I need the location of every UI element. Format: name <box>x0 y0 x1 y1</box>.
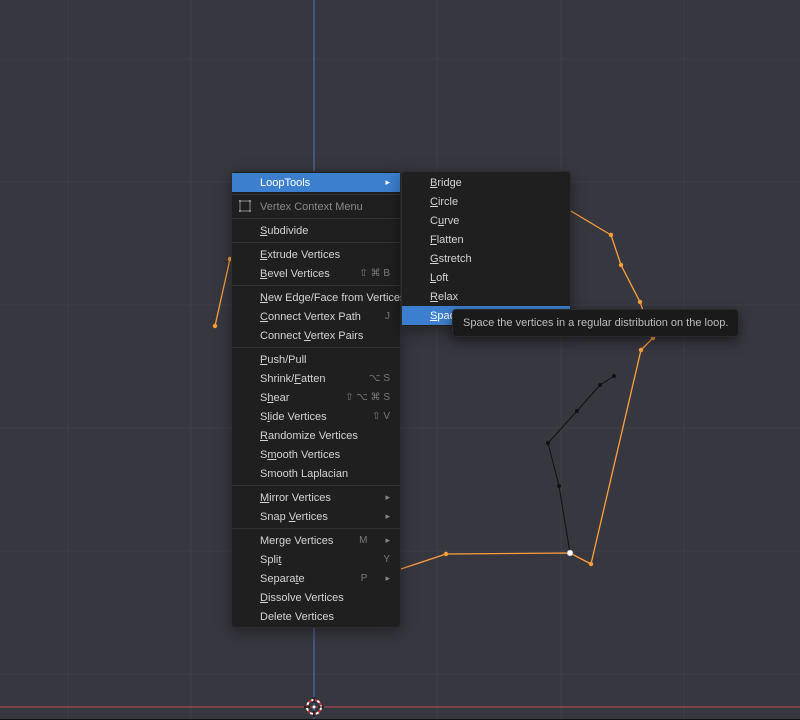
submenu-arrow-icon: ▸ <box>385 535 390 546</box>
vertex-context-menu: LoopTools ▸ Vertex Context Menu Subdivid… <box>231 171 401 628</box>
menu-item-label: Curve <box>430 215 560 227</box>
menu-item-label: LoopTools <box>260 177 367 189</box>
unselected-edges <box>548 376 614 553</box>
menu-item-label: Relax <box>430 291 560 303</box>
menu-header-label: Vertex Context Menu <box>260 201 390 213</box>
submenu-arrow-icon: ▸ <box>385 511 390 522</box>
menu-item-connect-path[interactable]: Connect Vertex Path J <box>232 307 400 326</box>
menu-item-merge[interactable]: Merge Vertices M ▸ <box>232 531 400 550</box>
menu-item-split[interactable]: Split Y <box>232 550 400 569</box>
menu-item-push-pull[interactable]: Push/Pull <box>232 350 400 369</box>
submenu-arrow-icon: ▸ <box>385 492 390 503</box>
submenu-item-flatten[interactable]: Flatten <box>402 230 570 249</box>
menu-separator <box>232 528 400 529</box>
shortcut-label: ⌥ S <box>369 373 390 384</box>
submenu-item-relax[interactable]: Relax <box>402 287 570 306</box>
menu-item-label: Mirror Vertices <box>260 492 367 504</box>
shortcut-label: ⇧ ⌘ B <box>359 268 390 279</box>
menu-item-label: Delete Vertices <box>260 611 390 623</box>
3d-cursor-icon <box>303 696 325 718</box>
menu-item-label: Smooth Vertices <box>260 449 390 461</box>
submenu-item-gstretch[interactable]: Gstretch <box>402 249 570 268</box>
menu-separator <box>232 485 400 486</box>
menu-item-smooth-laplacian[interactable]: Smooth Laplacian <box>232 464 400 483</box>
menu-item-label: Randomize Vertices <box>260 430 390 442</box>
menu-item-label: Shrink/Fatten <box>260 373 351 385</box>
shortcut-label: ⇧ V <box>372 411 390 422</box>
submenu-item-loft[interactable]: Loft <box>402 268 570 287</box>
menu-item-shrink-fatten[interactable]: Shrink/Fatten ⌥ S <box>232 369 400 388</box>
menu-item-label: Connect Vertex Pairs <box>260 330 390 342</box>
looptools-submenu: Bridge Circle Curve Flatten Gstretch Lof… <box>401 171 571 327</box>
menu-header: Vertex Context Menu <box>232 197 400 216</box>
menu-item-label: Circle <box>430 196 560 208</box>
menu-item-label: Gstretch <box>430 253 560 265</box>
menu-separator <box>232 194 400 195</box>
menu-item-label: Connect Vertex Path <box>260 311 367 323</box>
menu-separator <box>232 242 400 243</box>
menu-item-label: Flatten <box>430 234 560 246</box>
shortcut-label: J <box>385 311 390 322</box>
submenu-arrow-icon: ▸ <box>385 177 390 188</box>
active-vertex <box>567 550 573 556</box>
menu-item-label: Loft <box>430 272 560 284</box>
menu-item-label: Bridge <box>430 177 560 189</box>
shortcut-label: Y <box>383 554 390 565</box>
submenu-item-curve[interactable]: Curve <box>402 211 570 230</box>
menu-separator <box>232 347 400 348</box>
menu-item-randomize[interactable]: Randomize Vertices <box>232 426 400 445</box>
menu-item-extrude[interactable]: Extrude Vertices <box>232 245 400 264</box>
menu-item-label: Smooth Laplacian <box>260 468 390 480</box>
submenu-item-circle[interactable]: Circle <box>402 192 570 211</box>
menu-item-mirror[interactable]: Mirror Vertices ▸ <box>232 488 400 507</box>
shortcut-label: ⇧ ⌥ ⌘ S <box>345 392 390 403</box>
menu-item-shear[interactable]: Shear ⇧ ⌥ ⌘ S <box>232 388 400 407</box>
unselected-vertices <box>546 374 616 488</box>
menu-item-label: Merge Vertices <box>260 535 341 547</box>
menu-item-new-edge-face[interactable]: New Edge/Face from VerticesF <box>232 288 400 307</box>
shortcut-label: P <box>361 573 368 584</box>
menu-item-smooth[interactable]: Smooth Vertices <box>232 445 400 464</box>
menu-item-slide[interactable]: Slide Vertices ⇧ V <box>232 407 400 426</box>
submenu-arrow-icon: ▸ <box>385 573 390 584</box>
menu-item-bevel[interactable]: Bevel Vertices ⇧ ⌘ B <box>232 264 400 283</box>
menu-item-label: Split <box>260 554 365 566</box>
menu-item-label: Shear <box>260 392 327 404</box>
3d-viewport[interactable]: LoopTools ▸ Vertex Context Menu Subdivid… <box>0 0 800 720</box>
shortcut-label: M <box>359 535 367 546</box>
menu-item-label: Slide Vertices <box>260 411 354 423</box>
menu-item-delete[interactable]: Delete Vertices <box>232 607 400 626</box>
menu-item-snap[interactable]: Snap Vertices ▸ <box>232 507 400 526</box>
menu-item-label: Bevel Vertices <box>260 268 341 280</box>
menu-item-label: Separate <box>260 573 343 585</box>
tooltip: Space the vertices in a regular distribu… <box>452 309 739 337</box>
menu-item-separate[interactable]: Separate P ▸ <box>232 569 400 588</box>
menu-item-connect-pairs[interactable]: Connect Vertex Pairs <box>232 326 400 345</box>
menu-item-subdivide[interactable]: Subdivide <box>232 221 400 240</box>
menu-item-label: Extrude Vertices <box>260 249 390 261</box>
menu-item-looptools[interactable]: LoopTools ▸ <box>232 173 400 192</box>
menu-item-dissolve[interactable]: Dissolve Vertices <box>232 588 400 607</box>
menu-item-label: Subdivide <box>260 225 390 237</box>
mesh-icon <box>239 200 251 212</box>
menu-item-label: Dissolve Vertices <box>260 592 390 604</box>
menu-separator <box>232 285 400 286</box>
menu-separator <box>232 218 400 219</box>
menu-item-label: Push/Pull <box>260 354 390 366</box>
submenu-item-bridge[interactable]: Bridge <box>402 173 570 192</box>
menu-item-label: Snap Vertices <box>260 511 367 523</box>
menu-item-label: New Edge/Face from Vertices <box>260 292 406 304</box>
tooltip-text: Space the vertices in a regular distribu… <box>463 317 728 329</box>
